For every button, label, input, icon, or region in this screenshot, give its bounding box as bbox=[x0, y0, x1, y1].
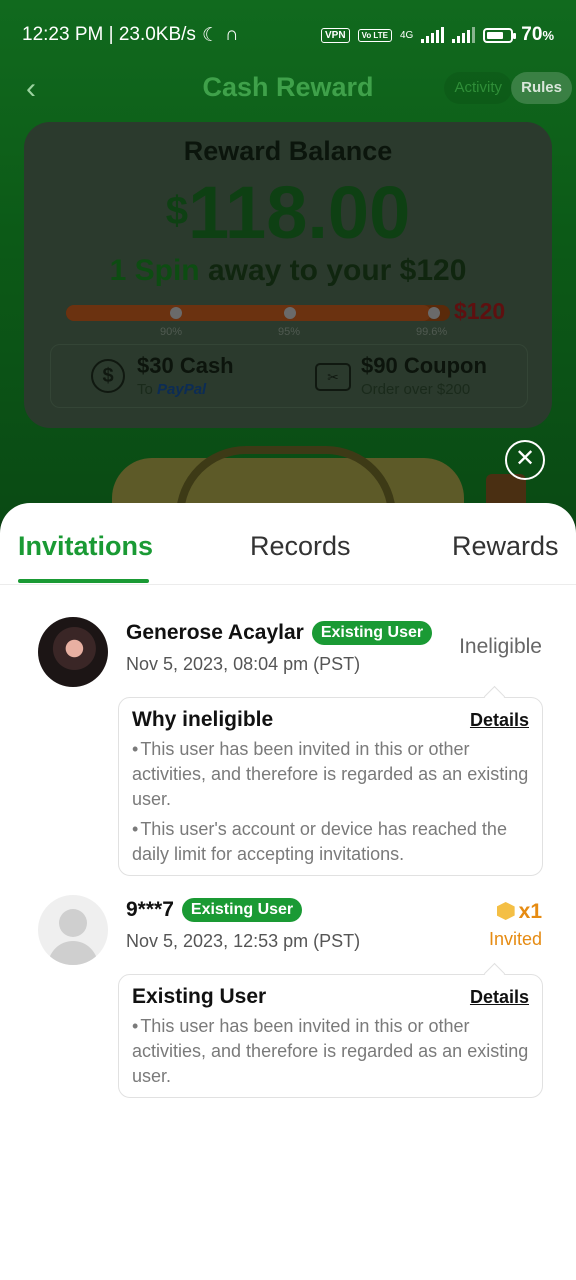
invite-date: Nov 5, 2023, 12:53 pm (PST) bbox=[126, 931, 361, 951]
coupon-reward-title: $90 Coupon bbox=[361, 353, 487, 378]
milestone-dot bbox=[284, 307, 296, 319]
milestone-dot bbox=[428, 307, 440, 319]
cash-reward-tile: $ $30 Cash To PayPal bbox=[91, 353, 271, 401]
spin-message: 1 Spin away to your $120 bbox=[24, 254, 552, 288]
coupon-icon: ✂ bbox=[315, 363, 351, 391]
time-speed: 12:23 PM | 23.0KB/s bbox=[22, 24, 196, 45]
milestone-label: 90% bbox=[160, 326, 183, 338]
spin-rest: away to your $120 bbox=[199, 254, 467, 287]
amount-value: 118.00 bbox=[187, 171, 411, 254]
invitations-sheet: Invitations Records Rewards Generose Aca… bbox=[0, 503, 576, 1280]
invitee-name: 9***7 Existing User bbox=[126, 898, 303, 922]
avatar bbox=[38, 617, 108, 687]
existing-user-badge: Existing User bbox=[311, 621, 433, 645]
milestone-label: 95% bbox=[278, 326, 301, 338]
reason-item: This user has been invited in this or ot… bbox=[132, 1014, 529, 1089]
vpn-indicator: VPN bbox=[321, 27, 350, 43]
progress-bar bbox=[66, 305, 450, 321]
existing-user-box: Existing User Details This user has been… bbox=[118, 974, 543, 1098]
volte-indicator: Vo LTE bbox=[357, 28, 392, 42]
active-tab-indicator bbox=[18, 579, 149, 583]
signal-2-icon bbox=[452, 27, 476, 43]
details-link[interactable]: Details bbox=[470, 710, 529, 731]
status-bar: 12:23 PM | 23.0KB/s ☾ ∩ VPN Vo LTE 4G 70… bbox=[0, 0, 576, 70]
coupon-reward-tile: ✂ $90 Coupon Order over $200 bbox=[315, 353, 515, 401]
details-link[interactable]: Details bbox=[470, 987, 529, 1008]
balance-amount: $118.00 bbox=[24, 170, 552, 255]
milestone-dot bbox=[170, 307, 182, 319]
progress-fill bbox=[66, 305, 431, 321]
tab-rewards[interactable]: Rewards bbox=[452, 531, 559, 562]
dollar-circle-icon: $ bbox=[91, 359, 125, 393]
battery-icon bbox=[483, 27, 517, 43]
gem-icon bbox=[496, 902, 515, 920]
existing-user-badge: Existing User bbox=[181, 898, 303, 922]
headset-icon: ∩ bbox=[224, 24, 239, 45]
battery-percent: 70% bbox=[521, 24, 554, 45]
cash-reward-sub: To PayPal bbox=[137, 381, 207, 398]
spin-highlight: 1 Spin bbox=[109, 254, 200, 287]
status-invited: Invited bbox=[488, 929, 542, 949]
reason-item: This user has been invited in this or ot… bbox=[132, 737, 529, 812]
activity-button[interactable]: Activity bbox=[444, 72, 512, 104]
network-type: 4G bbox=[399, 29, 414, 41]
paypal-logo: PayPal bbox=[157, 381, 207, 398]
tab-bar: Invitations Records Rewards bbox=[0, 503, 576, 585]
page-header: ‹ Cash Reward Activity Rules bbox=[0, 70, 576, 108]
reward-tiles: $ $30 Cash To PayPal ✂ $90 Coupon Order … bbox=[50, 344, 528, 408]
invitee-name: Generose Acaylar Existing User bbox=[126, 621, 433, 645]
tab-invitations[interactable]: Invitations bbox=[18, 531, 153, 562]
currency-symbol: $ bbox=[165, 189, 188, 233]
milestone-label: 99.6% bbox=[416, 326, 448, 338]
progress-target: $120 bbox=[454, 298, 506, 324]
rules-button[interactable]: Rules bbox=[511, 72, 572, 104]
tab-records[interactable]: Records bbox=[250, 531, 351, 562]
reason-item: This user's account or device has reache… bbox=[132, 817, 529, 867]
cash-reward-title: $30 Cash bbox=[137, 353, 234, 378]
close-icon[interactable]: ✕ bbox=[505, 440, 545, 480]
moon-icon: ☾ bbox=[201, 24, 219, 46]
why-ineligible-box: Why ineligible Details This user has bee… bbox=[118, 697, 543, 876]
reward-balance-card: Reward Balance $118.00 1 Spin away to yo… bbox=[24, 122, 552, 428]
coupon-reward-sub: Order over $200 bbox=[361, 381, 471, 398]
balance-title: Reward Balance bbox=[183, 136, 393, 166]
avatar-placeholder-icon bbox=[38, 895, 108, 965]
invite-date: Nov 5, 2023, 08:04 pm (PST) bbox=[126, 654, 361, 674]
status-ineligible: Ineligible bbox=[459, 635, 542, 658]
reward-count: x1 bbox=[496, 900, 542, 924]
signal-icon bbox=[421, 27, 445, 43]
